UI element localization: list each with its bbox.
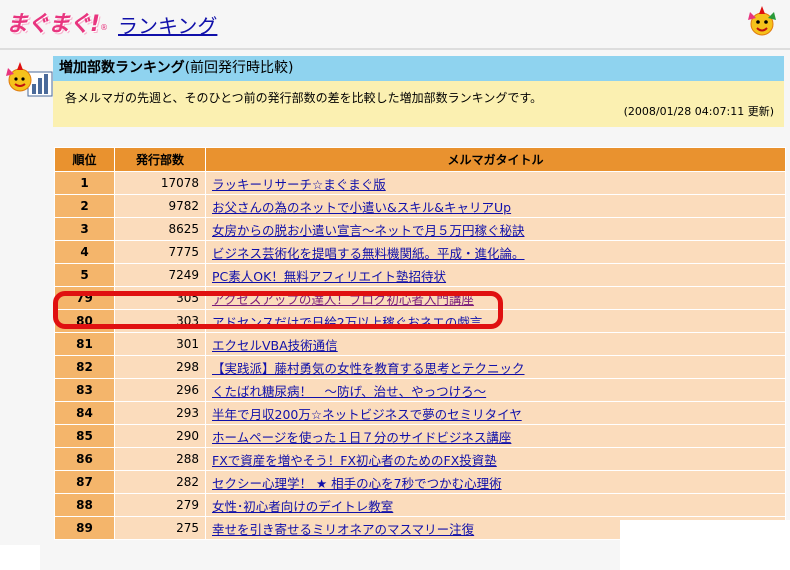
magazine-title-link[interactable]: FXで資産を増やそう！FX初心者のためのFX投資塾: [212, 453, 497, 468]
table-row-highlighted: 79 305 アクセスアップの達人！ブログ初心者入門講座: [54, 286, 786, 310]
magazine-title-link[interactable]: ビジネス芸術化を提唱する無料機関紙。平成・進化論。: [212, 246, 525, 261]
header-title: メルマガタイトル: [205, 147, 786, 172]
mascot-icon: [748, 6, 776, 36]
logo-text: まぐまぐ!: [6, 12, 100, 37]
table-row: 3 8625 女房からの脱お小遣い宣言～ネットで月５万円稼ぐ秘訣: [54, 217, 786, 241]
table-row: 4 7775 ビジネス芸術化を提唱する無料機関紙。平成・進化論。: [54, 240, 786, 264]
title-cell: 女房からの脱お小遣い宣言～ネットで月５万円稼ぐ秘訣: [205, 217, 786, 241]
rank-cell: 85: [54, 424, 115, 448]
section-banner: 増加部数ランキング(前回発行時比較): [53, 56, 784, 81]
updated-timestamp: (2008/01/28 04:07:11 更新): [623, 105, 774, 118]
rank-cell: 82: [54, 355, 115, 379]
title-cell: アクセスアップの達人！ブログ初心者入門講座: [205, 286, 786, 310]
ranking-header-link[interactable]: ランキング: [118, 10, 217, 39]
title-cell: ホームページを使った１日７分のサイドビジネス講座: [205, 424, 786, 448]
count-cell: 275: [114, 516, 206, 540]
rank-cell: 2: [54, 194, 115, 218]
magazine-title-link[interactable]: アドセンスだけで日給2万以上稼ぐおネエの戯言: [212, 315, 482, 330]
magazine-title-link[interactable]: 女房からの脱お小遣い宣言～ネットで月５万円稼ぐ秘訣: [212, 223, 525, 238]
count-cell: 301: [114, 332, 206, 356]
count-cell: 279: [114, 493, 206, 517]
title-cell: 【実践派】藤村勇気の女性を教育する思考とテクニック: [205, 355, 786, 379]
rank-cell: 5: [54, 263, 115, 287]
title-cell: PC素人OK！無料アフィリエイト塾招待状: [205, 263, 786, 287]
table-row: 83 296 くたばれ糖尿病！ ～防げ、治せ、やっつけろ～: [54, 378, 786, 402]
table-row: 87 282 セクシー心理学！ ★ 相手の心を7秒でつかむ心理術: [54, 470, 786, 494]
magazine-title-link[interactable]: ラッキーリサーチ☆まぐまぐ版: [212, 177, 386, 192]
magazine-title-link[interactable]: セクシー心理学！ ★ 相手の心を7秒でつかむ心理術: [212, 476, 502, 491]
table-row: 85 290 ホームページを使った１日７分のサイドビジネス講座: [54, 424, 786, 448]
rank-cell: 4: [54, 240, 115, 264]
table-row: 82 298 【実践派】藤村勇気の女性を教育する思考とテクニック: [54, 355, 786, 379]
rank-cell: 79: [54, 286, 115, 310]
count-cell: 290: [114, 424, 206, 448]
rank-cell: 89: [54, 516, 115, 540]
count-cell: 293: [114, 401, 206, 425]
count-cell: 288: [114, 447, 206, 471]
rank-cell: 80: [54, 309, 115, 333]
count-cell: 303: [114, 309, 206, 333]
magazine-title-link[interactable]: エクセルVBA技術通信: [212, 338, 338, 353]
title-cell: セクシー心理学！ ★ 相手の心を7秒でつかむ心理術: [205, 470, 786, 494]
count-cell: 17078: [114, 171, 206, 195]
header-count: 発行部数: [114, 147, 206, 172]
mag2-logo[interactable]: まぐまぐ! ®: [6, 9, 109, 37]
count-cell: 305: [114, 286, 206, 310]
rank-cell: 83: [54, 378, 115, 402]
screenshot-crop-overlay-left: [0, 545, 40, 570]
rank-cell: 87: [54, 470, 115, 494]
count-cell: 9782: [114, 194, 206, 218]
count-cell: 8625: [114, 217, 206, 241]
magazine-title-link[interactable]: お父さんの為のネットで小遣い&スキル&キャリアUp: [212, 200, 511, 215]
count-cell: 7775: [114, 240, 206, 264]
table-row: 2 9782 お父さんの為のネットで小遣い&スキル&キャリアUp: [54, 194, 786, 218]
description-text: 各メルマガの先週と、そのひとつ前の発行部数の差を比較した増加部数ランキングです。: [65, 91, 543, 105]
table-row: 80 303 アドセンスだけで日給2万以上稼ぐおネエの戯言: [54, 309, 786, 333]
magazine-title-link[interactable]: ホームページを使った１日７分のサイドビジネス講座: [212, 430, 511, 445]
table-header-row: 順位 発行部数 メルマガタイトル: [54, 147, 786, 172]
count-cell: 282: [114, 470, 206, 494]
magazine-title-link[interactable]: PC素人OK！無料アフィリエイト塾招待状: [212, 269, 446, 284]
table-row: 84 293 半年で月収200万☆ネットビジネスで夢のセミリタイヤ: [54, 401, 786, 425]
magazine-title-link[interactable]: 半年で月収200万☆ネットビジネスで夢のセミリタイヤ: [212, 407, 522, 422]
table-row: 81 301 エクセルVBA技術通信: [54, 332, 786, 356]
header-divider: [0, 48, 790, 50]
banner-subtitle: (前回発行時比較): [184, 60, 294, 76]
magazine-title-link[interactable]: 幸せを引き寄せるミリオネアのマスマリー注復: [212, 522, 474, 537]
logo-registered-mark: ®: [100, 22, 109, 32]
ranking-table: 順位 発行部数 メルマガタイトル 1 17078 ラッキーリサーチ☆まぐまぐ版 …: [54, 147, 786, 540]
magazine-title-link[interactable]: 女性･初心者向けのデイトレ教室: [212, 499, 393, 514]
title-cell: FXで資産を増やそう！FX初心者のためのFX投資塾: [205, 447, 786, 471]
table-row: 86 288 FXで資産を増やそう！FX初心者のためのFX投資塾: [54, 447, 786, 471]
magazine-title-link[interactable]: アクセスアップの達人！ブログ初心者入門講座: [212, 292, 474, 307]
title-cell: 女性･初心者向けのデイトレ教室: [205, 493, 786, 517]
title-cell: エクセルVBA技術通信: [205, 332, 786, 356]
title-cell: くたばれ糖尿病！ ～防げ、治せ、やっつけろ～: [205, 378, 786, 402]
count-cell: 296: [114, 378, 206, 402]
count-cell: 7249: [114, 263, 206, 287]
rank-cell: 3: [54, 217, 115, 241]
count-cell: 298: [114, 355, 206, 379]
title-cell: お父さんの為のネットで小遣い&スキル&キャリアUp: [205, 194, 786, 218]
magazine-title-link[interactable]: 【実践派】藤村勇気の女性を教育する思考とテクニック: [212, 361, 525, 376]
table-row: 5 7249 PC素人OK！無料アフィリエイト塾招待状: [54, 263, 786, 287]
screenshot-crop-overlay: [620, 520, 790, 570]
rank-cell: 86: [54, 447, 115, 471]
banner-title: 増加部数ランキング: [59, 60, 185, 76]
title-cell: 半年で月収200万☆ネットビジネスで夢のセミリタイヤ: [205, 401, 786, 425]
rank-cell: 88: [54, 493, 115, 517]
title-cell: ビジネス芸術化を提唱する無料機関紙。平成・進化論。: [205, 240, 786, 264]
table-row: 1 17078 ラッキーリサーチ☆まぐまぐ版: [54, 171, 786, 195]
table-row: 88 279 女性･初心者向けのデイトレ教室: [54, 493, 786, 517]
ranking-chart-icon: [6, 62, 53, 97]
description-box: 各メルマガの先週と、そのひとつ前の発行部数の差を比較した増加部数ランキングです。…: [53, 81, 784, 127]
magazine-title-link[interactable]: くたばれ糖尿病！ ～防げ、治せ、やっつけろ～: [212, 384, 486, 399]
rank-cell: 84: [54, 401, 115, 425]
title-cell: ラッキーリサーチ☆まぐまぐ版: [205, 171, 786, 195]
rank-cell: 81: [54, 332, 115, 356]
header-rank: 順位: [54, 147, 115, 172]
title-cell: アドセンスだけで日給2万以上稼ぐおネエの戯言: [205, 309, 786, 333]
rank-cell: 1: [54, 171, 115, 195]
